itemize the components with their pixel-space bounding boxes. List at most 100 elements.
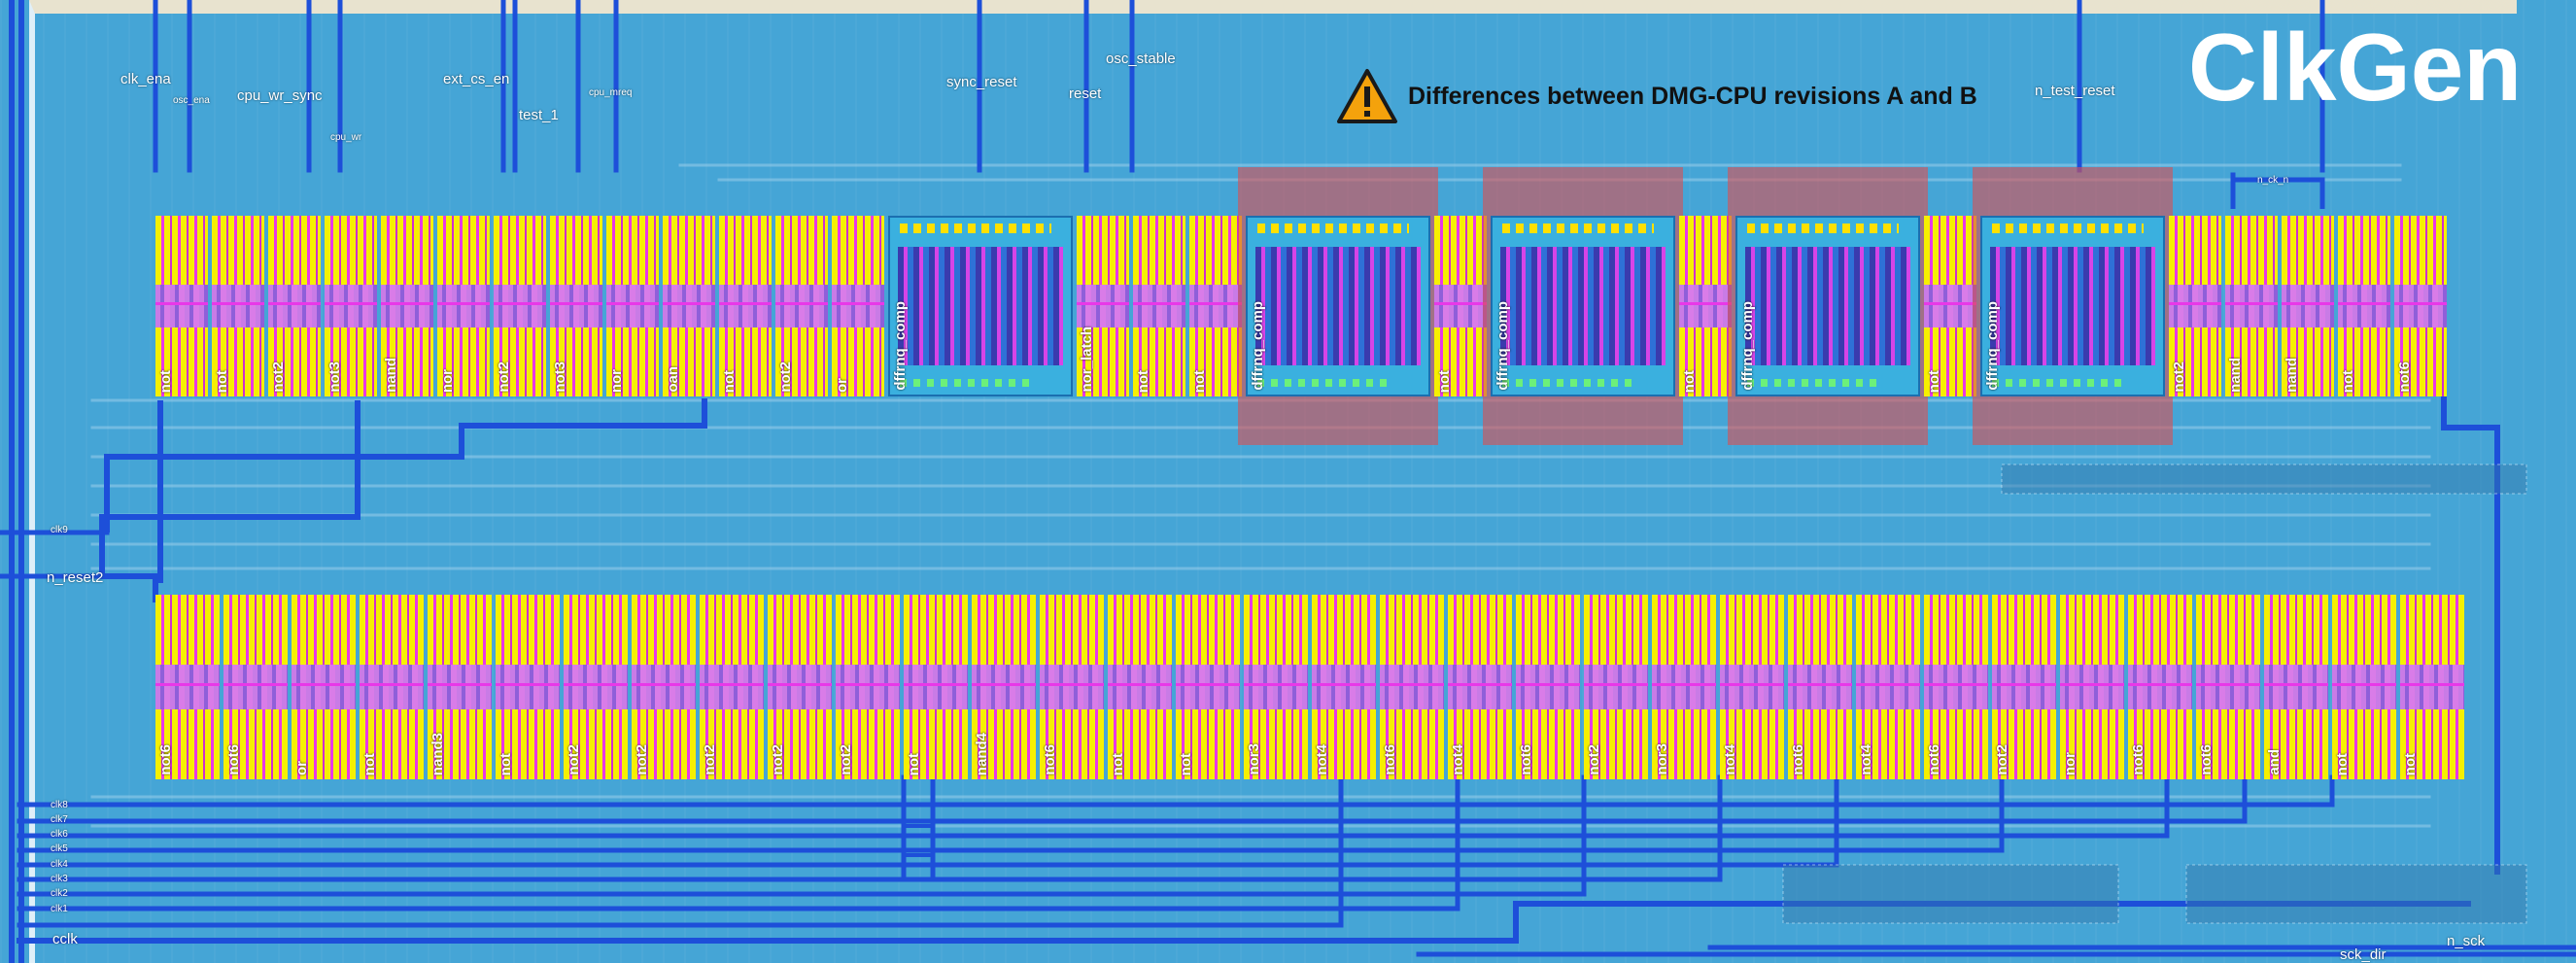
signal-label: clk8: [51, 800, 68, 810]
cell-channel: [2060, 665, 2124, 709]
cell-channel: [1924, 284, 1976, 328]
cell-channel: [1434, 284, 1487, 328]
metal-wire: [99, 400, 361, 602]
cell-type-label: not: [1681, 369, 1698, 393]
cell-channel: [606, 284, 659, 328]
cell-type-label: not: [2334, 752, 2351, 775]
standard-cell: not: [1176, 595, 1240, 779]
signal-label: n_test_reset: [2035, 83, 2115, 99]
standard-cell: and: [2264, 595, 2328, 779]
standard-cell: not: [2400, 595, 2464, 779]
cell-type-label: not6: [157, 744, 174, 775]
cell-type-label: not: [2402, 752, 2419, 775]
cell-channel: [1720, 665, 1784, 709]
standard-cell: not: [719, 216, 772, 396]
contact-row: [1502, 224, 1654, 233]
cell-channel: [632, 665, 696, 709]
metal-wire: [104, 398, 707, 533]
standard-cell: not4: [1856, 595, 1920, 779]
poly-rail: [428, 683, 492, 687]
metal-routing: [0, 0, 2576, 963]
standard-cell: nor: [437, 216, 490, 396]
cell-channel: [1077, 284, 1129, 328]
signal-label: clk1: [51, 904, 68, 914]
poly-rail: [268, 302, 321, 306]
poly-rail: [1448, 683, 1512, 687]
poly-rail: [360, 683, 424, 687]
cell-type-label: not6: [1518, 744, 1534, 775]
cell-channel: [719, 284, 772, 328]
standard-cell: not4: [1720, 595, 1784, 779]
poly-rail: [904, 683, 968, 687]
cell-channel: [1856, 665, 1920, 709]
pad-region: [2185, 864, 2527, 924]
cell-channel: [437, 284, 490, 328]
standard-cell: not: [1924, 216, 1976, 396]
cell-type-label: not6: [1382, 744, 1398, 775]
cell-type-label: not: [157, 369, 174, 393]
cell-channel: [1516, 665, 1580, 709]
standard-cell: not: [1189, 216, 1242, 396]
cell-channel: [360, 665, 424, 709]
cell-type-label: not2: [1586, 744, 1602, 775]
standard-cell: not4: [1312, 595, 1376, 779]
cell-channel: [1040, 665, 1104, 709]
cell-channel: [292, 665, 356, 709]
standard-cell: not2: [836, 595, 900, 779]
standard-cell: not: [2338, 216, 2390, 396]
standard-cell: not3: [550, 216, 602, 396]
poly-rail: [1679, 302, 1732, 306]
poly-rail: [564, 683, 628, 687]
cell-type-label: nor_latch: [1079, 327, 1095, 393]
poly-rail: [1992, 683, 2056, 687]
poly-rail: [494, 302, 546, 306]
signal-label: ext_cs_en: [443, 71, 510, 87]
standard-cell: dffrnq_comp: [1491, 216, 1675, 396]
standard-cell: dffrnq_comp: [1246, 216, 1430, 396]
cell-channel: [1176, 665, 1240, 709]
pad-region: [2001, 464, 2527, 495]
poly-rail: [2282, 302, 2334, 306]
cell-type-label: oan: [665, 366, 681, 393]
cell-type-label: nor: [608, 368, 625, 393]
cell-channel: [1312, 665, 1376, 709]
poly-rail: [2169, 302, 2221, 306]
cell-type-label: nand4: [974, 732, 990, 775]
poly-rail: [632, 683, 696, 687]
cell-channel: [155, 284, 208, 328]
poly-rail: [550, 302, 602, 306]
poly-rail: [2264, 683, 2328, 687]
signal-label: clk3: [51, 874, 68, 884]
standard-cell: not: [1108, 595, 1172, 779]
cell-type-label: not: [1436, 369, 1453, 393]
poly-rail: [437, 302, 490, 306]
cell-type-label: not: [906, 752, 922, 775]
cell-type-label: not6: [2198, 744, 2215, 775]
poly-rail: [1434, 302, 1487, 306]
cell-type-label: not2: [838, 744, 854, 775]
cell-channel: [1652, 665, 1716, 709]
standard-cell: nand: [2282, 216, 2334, 396]
cell-type-label: not: [1926, 369, 1942, 393]
standard-cell: not6: [1516, 595, 1580, 779]
poly-rail: [292, 683, 356, 687]
cell-type-label: dffrnq_comp: [1984, 301, 2001, 391]
cell-channel: [496, 665, 560, 709]
cell-channel: [1788, 665, 1852, 709]
cell-type-label: not4: [1858, 744, 1874, 775]
poly-rail: [775, 302, 828, 306]
cell-type-label: not2: [496, 361, 512, 393]
signal-label: clk9: [51, 525, 68, 535]
cell-type-label: dffrnq_comp: [1739, 301, 1756, 391]
revision-note: Differences between DMG-CPU revisions A …: [1336, 68, 1977, 124]
block-title: ClkGen: [2188, 14, 2523, 120]
standard-cell: nor_latch: [1077, 216, 1129, 396]
standard-cell: not2: [494, 216, 546, 396]
poly-rail: [1652, 683, 1716, 687]
cell-type-label: not: [1110, 752, 1126, 775]
cell-type-label: or: [834, 378, 850, 393]
flipflop-core: [1500, 247, 1666, 365]
cell-type-label: not: [361, 752, 378, 775]
cell-type-label: nor3: [1246, 743, 1262, 775]
cell-type-label: nand: [383, 358, 399, 393]
